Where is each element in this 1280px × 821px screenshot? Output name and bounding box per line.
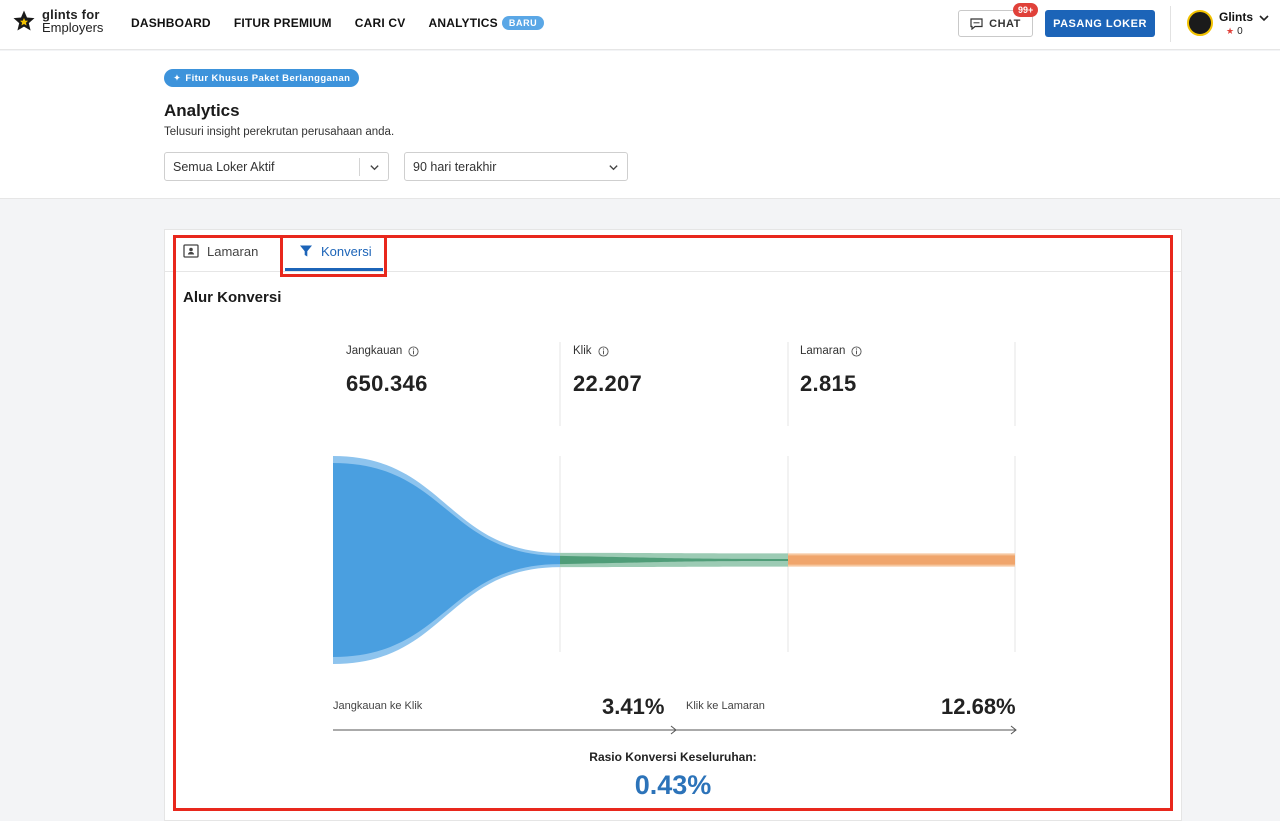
tab-konversi[interactable]: Konversi (299, 230, 372, 272)
nav-divider (1170, 6, 1171, 42)
active-tab-indicator (285, 268, 383, 271)
star-icon: ★ (1226, 26, 1235, 36)
chevron-down-icon[interactable] (1258, 12, 1270, 24)
chat-label: CHAT (989, 17, 1021, 30)
nav-analytics-label: ANALYTICS (428, 16, 498, 30)
conversion-value-click-apply: 12.68% (941, 694, 1016, 719)
page-subtitle: Telusuri insight perekrutan perusahaan a… (164, 126, 395, 138)
column-dividers (559, 342, 1016, 652)
new-badge: BARU (501, 16, 545, 30)
period-filter-value: 90 hari terakhir (413, 159, 497, 174)
company-avatar[interactable] (1187, 10, 1213, 36)
funnel-stage-lamaran (788, 555, 1015, 565)
folder-user-icon (183, 244, 199, 258)
conversion-label-click-apply: Klik ke Lamaran (686, 700, 765, 712)
nav-fitur-premium[interactable]: FITUR PREMIUM (234, 16, 332, 30)
nav-analytics[interactable]: ANALYTICS BARU (429, 16, 545, 30)
premium-feature-pill: ✦ Fitur Khusus Paket Berlangganan (164, 69, 360, 87)
glints-logo[interactable]: glints for Employers (12, 8, 103, 34)
user-points: ★ 0 (1226, 26, 1243, 37)
star-logo-icon (13, 10, 35, 31)
chevron-down-icon (609, 165, 618, 171)
job-filter-value: Semua Loker Aktif (173, 159, 275, 174)
post-job-button[interactable]: PASANG LOKER (1045, 10, 1155, 37)
period-filter-select[interactable]: 90 hari terakhir (404, 152, 628, 181)
funnel-title: Alur Konversi (183, 289, 282, 306)
chat-icon (970, 17, 983, 30)
chevron-down-icon (370, 165, 379, 171)
points-value: 0 (1237, 26, 1243, 37)
nav-dashboard[interactable]: DASHBOARD (131, 16, 211, 30)
premium-feature-label: Fitur Khusus Paket Berlangganan (185, 72, 351, 84)
main-nav: DASHBOARD FITUR PREMIUM CARI CV ANALYTIC… (131, 16, 545, 30)
tab-konversi-label: Konversi (321, 243, 372, 259)
analytics-tabs: Lamaran Konversi (165, 230, 1181, 272)
tab-lamaran[interactable]: Lamaran (183, 230, 258, 272)
chat-count-badge: 99+ (1013, 3, 1039, 17)
conversion-label-reach-click: Jangkauan ke Klik (333, 700, 423, 712)
sparkle-icon: ✦ (173, 72, 182, 84)
page-title: Analytics (164, 101, 240, 120)
user-name[interactable]: Glints (1219, 10, 1253, 24)
funnel-stage-jangkauan (333, 463, 560, 657)
filter-funnel-icon (300, 245, 312, 257)
conversion-arrows (333, 725, 1017, 735)
job-filter-select[interactable]: Semua Loker Aktif (164, 152, 389, 181)
brand-line2: Employers (42, 20, 104, 35)
analytics-card: Lamaran Konversi Alur Konversi Jangkauan… (164, 229, 1182, 821)
overall-conversion-value: 0.43% (634, 770, 712, 800)
page-header: ✦ Fitur Khusus Paket Berlangganan Analyt… (0, 51, 1280, 199)
conversion-funnel-chart (333, 342, 1016, 664)
conversion-value-reach-click: 3.41% (602, 694, 665, 719)
overall-conversion-label: Rasio Konversi Keseluruhan: (589, 750, 757, 764)
nav-cari-cv[interactable]: CARI CV (355, 16, 406, 30)
tab-lamaran-label: Lamaran (207, 243, 259, 259)
top-navbar: glints for Employers DASHBOARD FITUR PRE… (0, 0, 1280, 50)
